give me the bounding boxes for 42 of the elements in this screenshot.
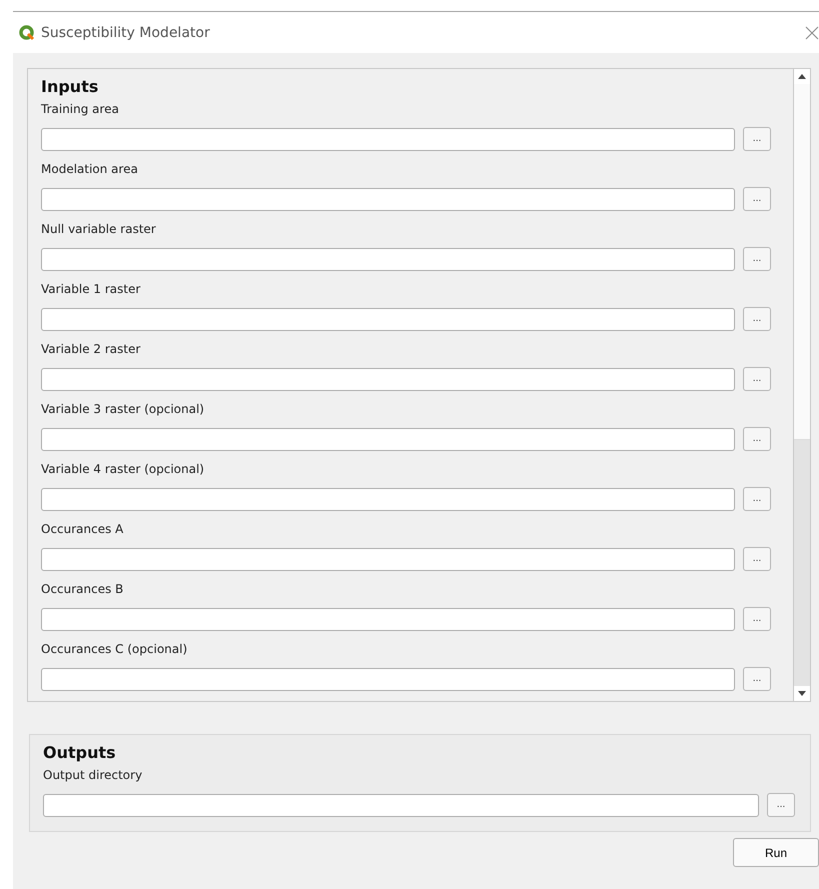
field-label: Modelation area: [41, 161, 138, 178]
path-field[interactable]: [41, 488, 735, 510]
browse-button[interactable]: ...: [743, 427, 771, 451]
browse-button[interactable]: ...: [743, 307, 771, 331]
field-label: Occurances A: [41, 521, 124, 538]
path-field[interactable]: [41, 368, 735, 390]
up-arrow-icon[interactable]: [798, 74, 806, 79]
path-field[interactable]: [41, 548, 735, 570]
field-label: Null variable raster: [41, 221, 156, 238]
browse-button[interactable]: ...: [743, 607, 771, 631]
field-label: Occurances B: [41, 581, 124, 598]
browse-button[interactable]: ...: [743, 547, 771, 571]
field-label: Variable 3 raster (opcional): [41, 401, 204, 418]
field-label: Output directory: [43, 767, 142, 784]
section-heading: Outputs: [43, 743, 116, 763]
path-field[interactable]: [41, 128, 735, 150]
browse-button[interactable]: ...: [743, 367, 771, 391]
path-field[interactable]: [41, 608, 735, 630]
browse-button[interactable]: ...: [743, 667, 771, 691]
path-field[interactable]: [41, 188, 735, 210]
field-label: Training area: [41, 101, 119, 118]
browse-button[interactable]: ...: [743, 127, 771, 151]
logo-icon: [19, 24, 35, 40]
close-icon[interactable]: [805, 26, 819, 40]
path-field[interactable]: [41, 308, 735, 330]
field-label: Occurances C (opcional): [41, 641, 188, 658]
run-button[interactable]: Run: [733, 838, 819, 867]
browse-button[interactable]: ...: [743, 247, 771, 271]
field-label: Variable 2 raster: [41, 341, 140, 358]
browse-button[interactable]: ...: [743, 187, 771, 211]
path-field[interactable]: [41, 428, 735, 450]
field-label: Variable 1 raster: [41, 281, 140, 298]
path-field[interactable]: [43, 794, 759, 816]
browse-button[interactable]: ...: [767, 793, 795, 817]
path-field[interactable]: [41, 248, 735, 270]
section-heading: Inputs: [41, 77, 98, 97]
path-field[interactable]: [41, 668, 735, 690]
field-label: Variable 4 raster (opcional): [41, 461, 204, 478]
down-arrow-icon[interactable]: [798, 691, 806, 696]
scrollbar[interactable]: [793, 68, 811, 702]
browse-button[interactable]: ...: [743, 487, 771, 511]
window-title: Susceptibility Modelator: [41, 24, 210, 40]
